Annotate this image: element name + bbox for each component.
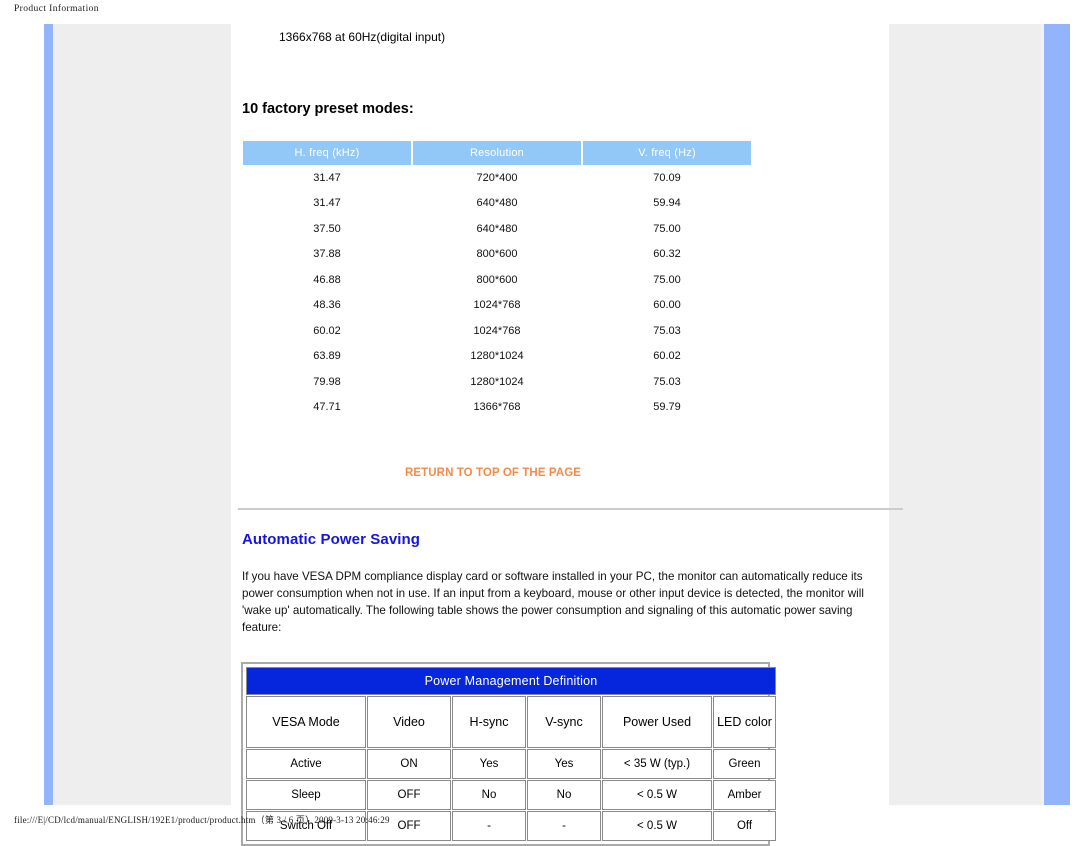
cell-vfreq: 59.94 (653, 197, 681, 210)
table-row: 46.88 800*600 75.00 (243, 267, 751, 293)
table-row: 60.02 1024*768 75.03 (243, 318, 751, 344)
pm-col-led-color: LED color (713, 696, 777, 748)
cell-led-color: Green (713, 749, 777, 779)
preset-col-vfreq: V. freq (Hz) (583, 141, 751, 165)
cell-vfreq: 70.09 (653, 171, 681, 184)
page-title: Automatic Power Saving (242, 531, 421, 548)
cell-vsync: No (527, 780, 601, 810)
table-row: Active ON Yes Yes < 35 W (typ.) Green (246, 749, 777, 779)
cell-power-used: < 0.5 W (602, 811, 712, 841)
return-to-top-link[interactable]: RETURN TO TOP OF THE PAGE (241, 467, 745, 479)
right-blue-accent-bar (1044, 24, 1070, 805)
cell-resolution: 800*600 (476, 248, 518, 261)
cell-hfreq: 47.71 (313, 401, 341, 414)
preset-col-hfreq: H. freq (kHz) (243, 141, 411, 165)
table-row: 37.88 800*600 60.32 (243, 242, 751, 268)
cell-hsync: - (452, 811, 526, 841)
right-frame-panel (889, 24, 1041, 805)
print-header-title: Product Information (14, 4, 99, 14)
cell-hsync: Yes (452, 749, 526, 779)
cell-resolution: 1024*768 (473, 324, 521, 337)
print-footer-path: file:///E|/CD/lcd/manual/ENGLISH/192E1/p… (14, 815, 390, 825)
cell-video: ON (367, 749, 451, 779)
cell-hfreq: 37.50 (313, 222, 341, 235)
preset-col-resolution: Resolution (413, 141, 581, 165)
cell-resolution: 1280*1024 (470, 375, 524, 388)
cell-resolution: 1366*768 (473, 401, 521, 414)
cell-vfreq: 60.02 (653, 350, 681, 363)
table-row: 37.50 640*480 75.00 (243, 216, 751, 242)
document-content: 1366x768 at 60Hz(digital input) 10 facto… (237, 24, 905, 846)
cell-hfreq: 31.47 (313, 197, 341, 210)
cell-resolution: 640*480 (476, 222, 518, 235)
cell-vfreq: 75.03 (653, 375, 681, 388)
cell-vsync: Yes (527, 749, 601, 779)
cell-led-color: Off (713, 811, 777, 841)
cell-resolution: 720*400 (476, 171, 518, 184)
cell-vfreq: 75.03 (653, 324, 681, 337)
pm-col-video: Video (367, 696, 451, 748)
pm-col-hsync: H-sync (452, 696, 526, 748)
cell-vfreq: 75.00 (653, 222, 681, 235)
table-row: 79.98 1280*1024 75.03 (243, 369, 751, 395)
digital-input-mode-line: 1366x768 at 60Hz(digital input) (279, 30, 446, 44)
table-row: Sleep OFF No No < 0.5 W Amber (246, 780, 777, 810)
cell-vesa-mode: Sleep (246, 780, 366, 810)
cell-hfreq: 46.88 (313, 273, 341, 286)
table-row: 31.47 640*480 59.94 (243, 191, 751, 217)
pm-header-row: VESA Mode Video H-sync V-sync Power Used… (246, 696, 777, 748)
cell-power-used: < 0.5 W (602, 780, 712, 810)
cell-hfreq: 79.98 (313, 375, 341, 388)
table-row: 48.36 1024*768 60.00 (243, 293, 751, 319)
pm-col-power-used: Power Used (602, 696, 712, 748)
cell-resolution: 640*480 (476, 197, 518, 210)
preset-table-header-row: H. freq (kHz) Resolution V. freq (Hz) (243, 141, 751, 165)
factory-preset-modes-table: H. freq (kHz) Resolution V. freq (Hz) 31… (241, 141, 753, 420)
cell-hfreq: 31.47 (313, 171, 341, 184)
cell-resolution: 1024*768 (473, 299, 521, 312)
cell-resolution: 1280*1024 (470, 350, 524, 363)
cell-vfreq: 60.32 (653, 248, 681, 261)
cell-hsync: No (452, 780, 526, 810)
cell-resolution: 800*600 (476, 273, 518, 286)
pm-col-vesa-mode: VESA Mode (246, 696, 366, 748)
cell-led-color: Amber (713, 780, 777, 810)
pm-banner-title: Power Management Definition (246, 667, 777, 695)
cell-vesa-mode: Active (246, 749, 366, 779)
cell-video: OFF (367, 780, 451, 810)
cell-vfreq: 59.79 (653, 401, 681, 414)
cell-hfreq: 63.89 (313, 350, 341, 363)
cell-vsync: - (527, 811, 601, 841)
cell-hfreq: 48.36 (313, 299, 341, 312)
preset-modes-heading: 10 factory preset modes: (242, 101, 414, 117)
cell-vfreq: 60.00 (653, 299, 681, 312)
cell-hfreq: 60.02 (313, 324, 341, 337)
left-blue-accent-bar (44, 24, 53, 805)
table-row: 63.89 1280*1024 60.02 (243, 344, 751, 370)
table-row: 47.71 1366*768 59.79 (243, 395, 751, 421)
left-frame-panel (44, 24, 231, 805)
power-saving-description: If you have VESA DPM compliance display … (242, 570, 864, 634)
pm-banner-row: Power Management Definition (246, 667, 777, 695)
cell-power-used: < 35 W (typ.) (602, 749, 712, 779)
cell-vfreq: 75.00 (653, 273, 681, 286)
cell-hfreq: 37.88 (313, 248, 341, 261)
table-row: 31.47 720*400 70.09 (243, 165, 751, 191)
pm-col-vsync: V-sync (527, 696, 601, 748)
